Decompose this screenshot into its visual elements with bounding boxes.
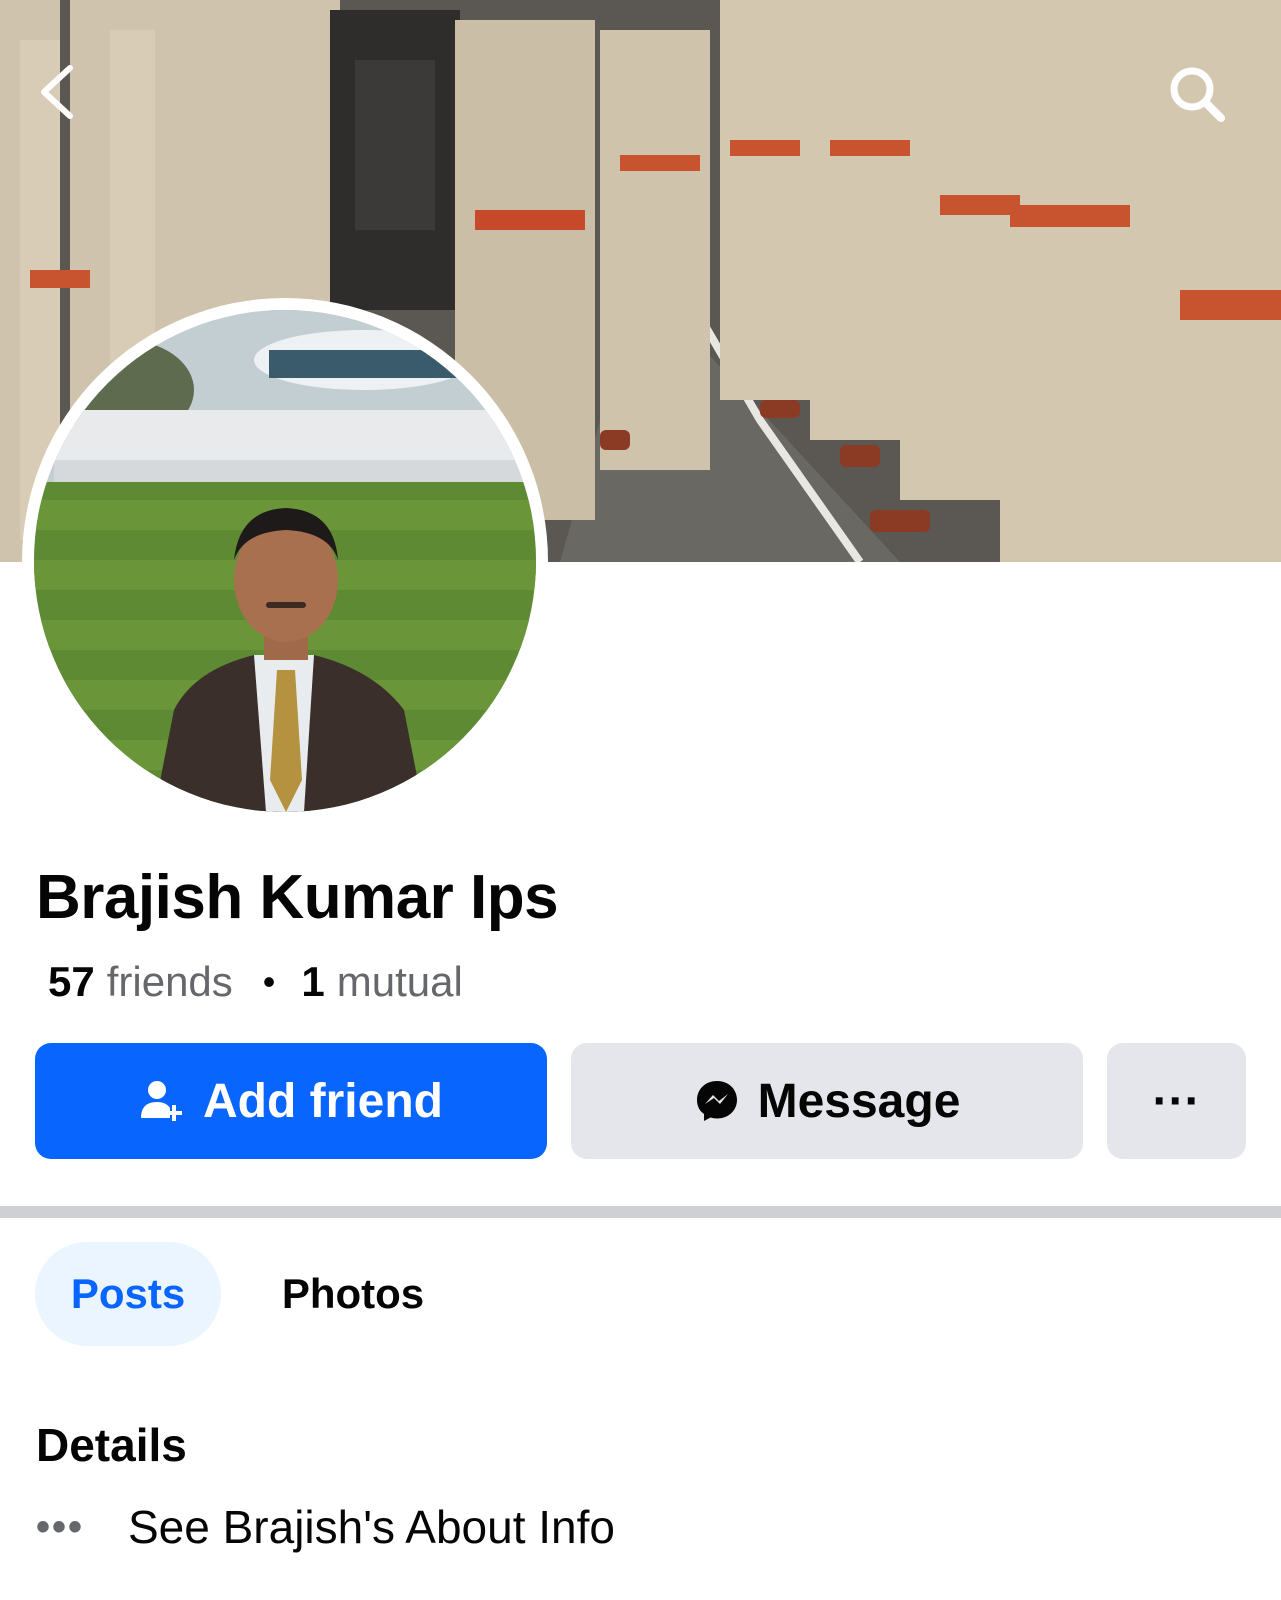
more-options-button[interactable]: ···: [1107, 1043, 1246, 1159]
add-friend-button[interactable]: Add friend: [35, 1043, 547, 1159]
avatar: [34, 310, 536, 812]
tab-posts-label: Posts: [70, 1270, 186, 1317]
mutual-count: 1: [301, 958, 325, 1005]
search-button[interactable]: [1165, 62, 1235, 132]
about-info-link[interactable]: ••• See Brajish's About Info: [36, 1500, 615, 1554]
messenger-icon: [694, 1078, 740, 1124]
tab-photos[interactable]: Photos: [250, 1242, 456, 1346]
friends-summary[interactable]: 57 friends • 1 mutual: [48, 958, 463, 1006]
separator-dot: •: [262, 961, 276, 1002]
back-button[interactable]: [34, 62, 104, 132]
profile-picture[interactable]: [22, 298, 548, 824]
friends-count: 57: [48, 958, 95, 1005]
section-divider: [0, 1206, 1281, 1218]
tab-photos-label: Photos: [281, 1270, 425, 1317]
message-button[interactable]: Message: [571, 1043, 1083, 1159]
person-add-icon: [139, 1078, 185, 1124]
details-heading: Details: [36, 1419, 187, 1471]
more-dots-icon: •••: [36, 1504, 85, 1549]
more-options-icon: ···: [1152, 1074, 1201, 1128]
friends-label: friends: [106, 958, 233, 1005]
message-label: Message: [757, 1074, 961, 1128]
add-friend-label: Add friend: [203, 1074, 443, 1128]
tab-posts[interactable]: Posts: [35, 1242, 221, 1346]
profile-name: Brajish Kumar Ips: [36, 863, 559, 932]
mutual-label: mutual: [336, 958, 463, 1005]
about-info-label: See Brajish's About Info: [128, 1501, 615, 1553]
